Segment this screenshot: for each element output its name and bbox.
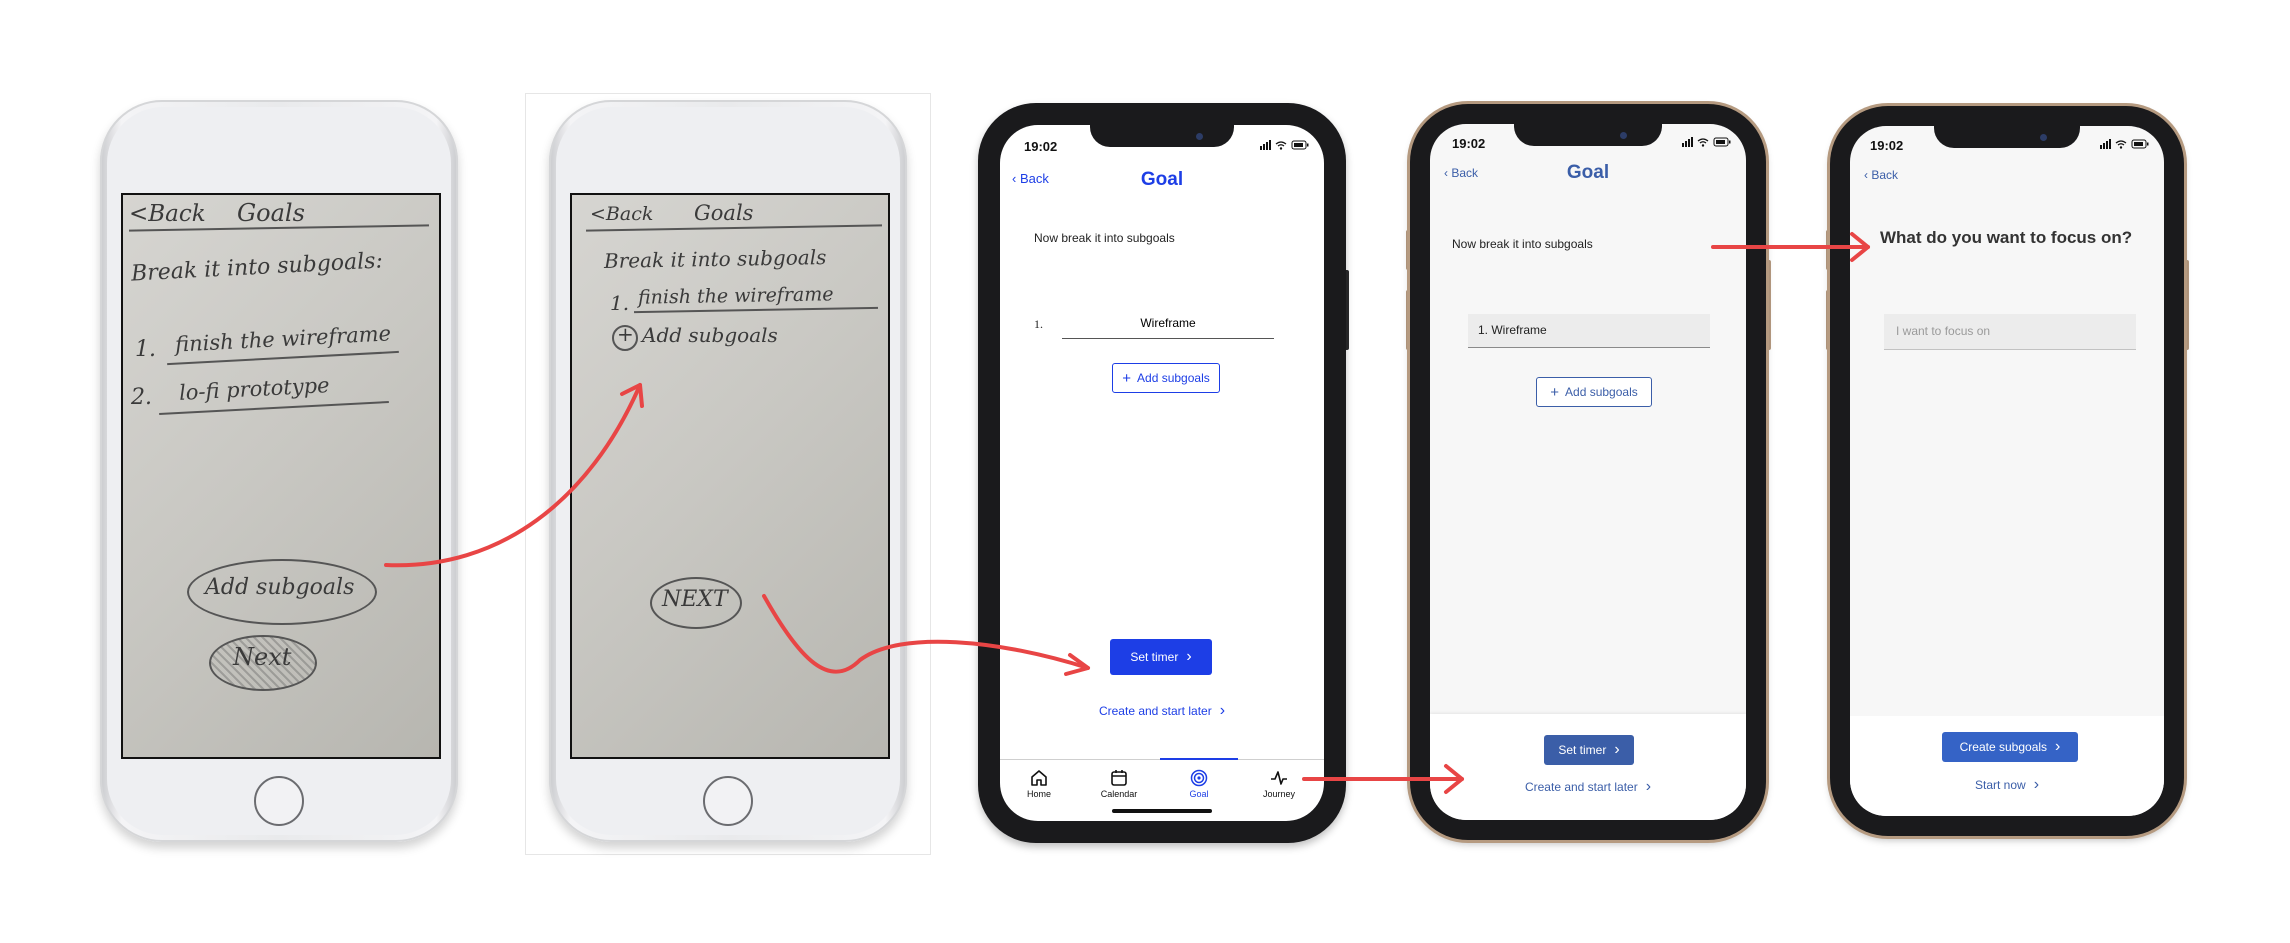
flow-arrow	[762, 594, 1090, 674]
flow-arrow	[384, 383, 642, 568]
flow-arrows	[384, 232, 1870, 794]
